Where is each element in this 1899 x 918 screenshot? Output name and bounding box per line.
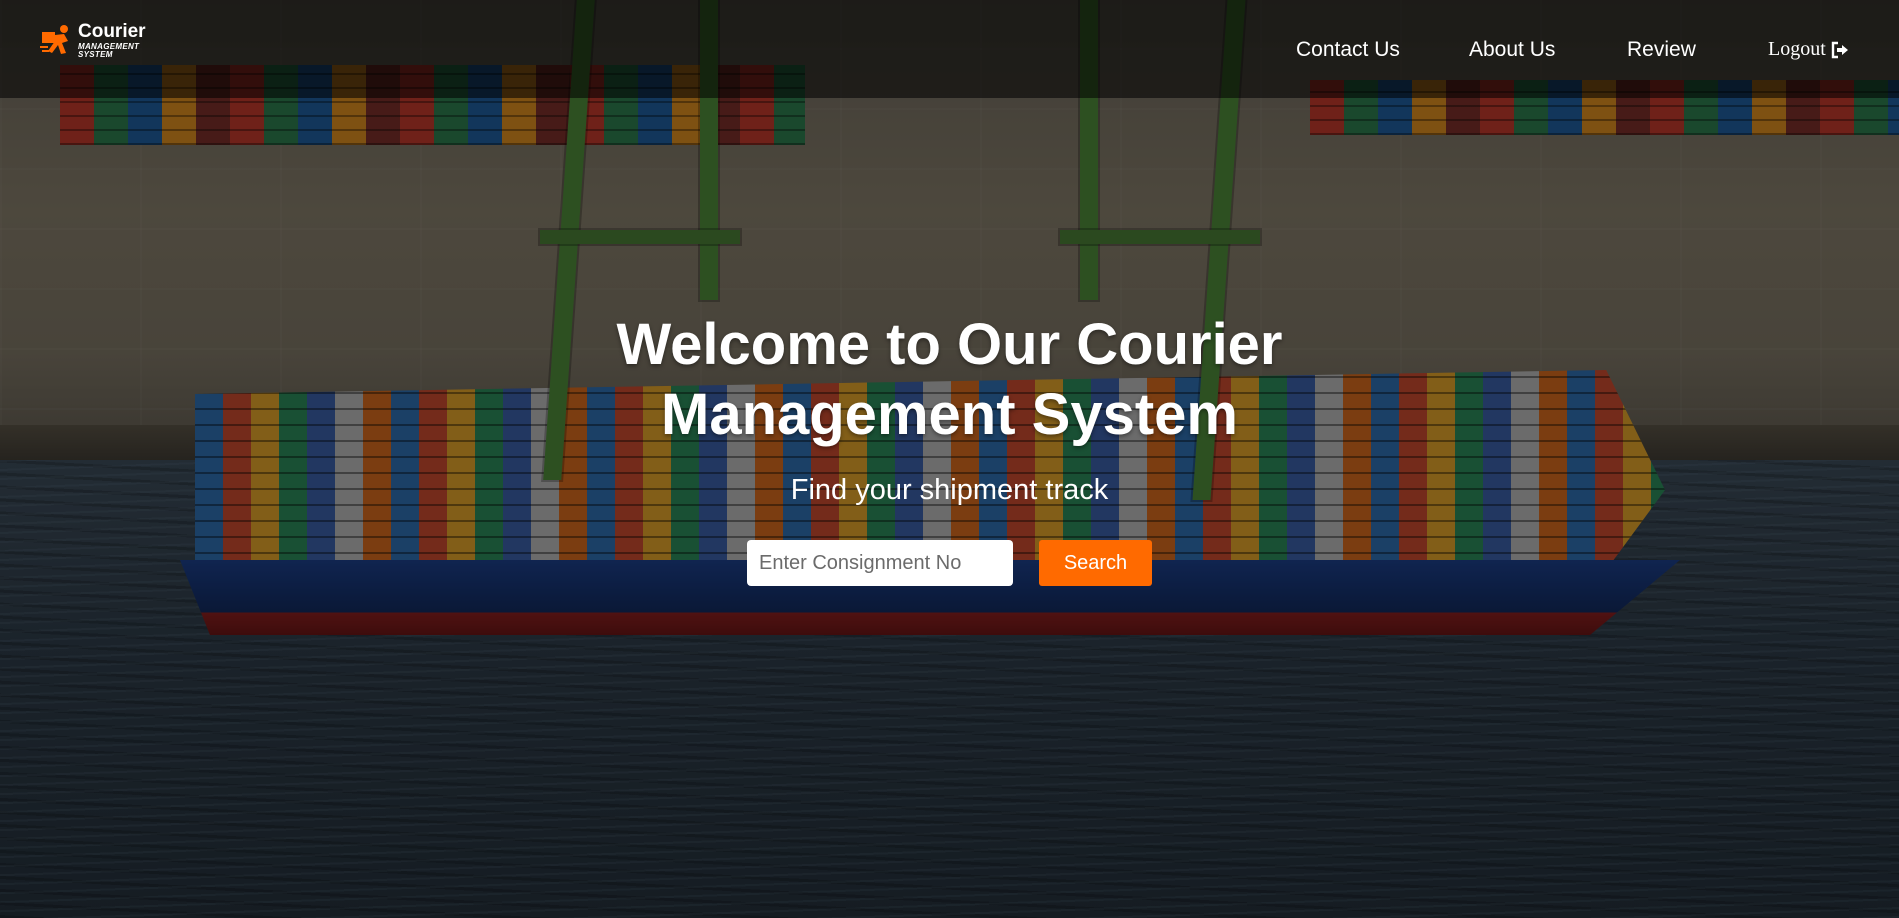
nav-logout[interactable]: Logout — [1768, 38, 1849, 61]
brand-tagline: SYSTEM — [78, 50, 113, 59]
sign-out-icon — [1831, 41, 1848, 58]
hero-section: Welcome to Our Courier Management System… — [0, 310, 1899, 586]
tracking-search-form: Search — [0, 540, 1899, 586]
search-button[interactable]: Search — [1039, 540, 1152, 586]
nav-review[interactable]: Review — [1627, 38, 1696, 62]
brand-name: Courier — [78, 21, 146, 42]
logout-label: Logout — [1768, 38, 1826, 60]
nav-contact-us[interactable]: Contact Us — [1296, 38, 1400, 62]
hero-subtitle: Find your shipment track — [790, 474, 1109, 506]
page-title: Welcome to Our Courier Management System — [616, 312, 1283, 447]
courier-runner-icon — [40, 24, 68, 54]
top-navbar: Courier MANAGEMENT SYSTEM Contact Us Abo… — [0, 0, 1899, 98]
nav-about-us[interactable]: About Us — [1469, 38, 1555, 62]
consignment-number-input[interactable] — [747, 540, 1013, 586]
brand-logo[interactable]: Courier MANAGEMENT SYSTEM — [40, 22, 146, 59]
